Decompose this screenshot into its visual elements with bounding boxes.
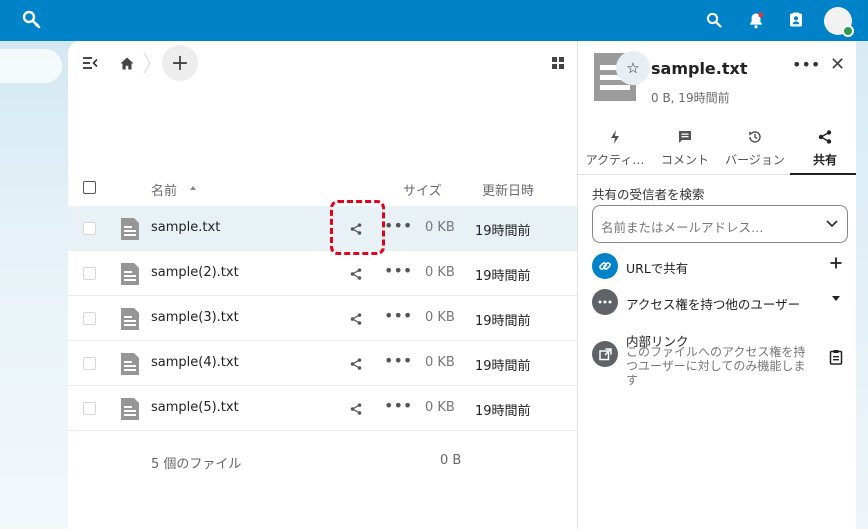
file-size: 0 KB	[425, 400, 455, 415]
file-size: 0 KB	[425, 265, 455, 280]
online-status-dot	[842, 25, 854, 37]
text-file-icon	[120, 217, 140, 241]
chevron-down-icon[interactable]	[825, 216, 839, 230]
copy-to-clipboard-icon[interactable]	[828, 349, 844, 365]
file-row[interactable]: sample(3).txt ••• 0 KB 19時間前	[68, 296, 577, 341]
app-logo-icon[interactable]	[22, 10, 42, 30]
others-with-access-label: アクセス権を持つ他のユーザー	[626, 297, 801, 312]
tab-versions[interactable]: バージョン	[720, 125, 790, 175]
file-size: 0 KB	[425, 310, 455, 325]
row-checkbox[interactable]	[83, 222, 96, 235]
share-by-link-label: URLで共有	[626, 261, 689, 276]
row-checkbox[interactable]	[83, 267, 96, 280]
row-actions-icon[interactable]: •••	[384, 263, 412, 284]
file-row[interactable]: sample.txt ••• 0 KB 19時間前	[68, 206, 577, 251]
row-actions-icon[interactable]: •••	[384, 218, 412, 239]
file-row[interactable]: sample(4).txt ••• 0 KB 19時間前	[68, 341, 577, 386]
text-file-icon	[120, 352, 140, 376]
file-name[interactable]: sample(2).txt	[151, 265, 239, 280]
file-row[interactable]: sample(5).txt ••• 0 KB 19時間前	[68, 386, 577, 431]
others-with-access-entry[interactable]: アクセス権を持つ他のユーザー	[592, 289, 848, 321]
sidebar-tabs: アクティ… コメント バージョン 共有	[578, 125, 860, 175]
row-checkbox[interactable]	[83, 402, 96, 415]
file-modified: 19時間前	[475, 224, 531, 239]
notifications-bell-icon[interactable]	[746, 10, 766, 30]
toggle-navigation-icon[interactable]	[80, 53, 100, 73]
tab-comments[interactable]: コメント	[650, 125, 720, 175]
user-avatar[interactable]	[824, 7, 854, 37]
activity-icon	[607, 129, 623, 145]
share-icon	[817, 129, 833, 145]
sort-ascending-icon	[189, 181, 197, 196]
share-recipient-search-input[interactable]: 名前またはメールアドレス…	[592, 205, 848, 243]
file-modified: 19時間前	[475, 269, 531, 284]
share-search-label: 共有の受信者を検索	[592, 187, 705, 202]
file-list-summary: 5 個のファイル 0 B	[68, 439, 577, 483]
plus-icon: +	[170, 50, 190, 76]
history-icon	[747, 129, 763, 145]
column-header-name[interactable]: 名前	[151, 180, 177, 199]
left-navigation	[0, 41, 68, 529]
share-icon[interactable]	[346, 309, 366, 329]
share-icon[interactable]	[346, 354, 366, 374]
tab-activity[interactable]: アクティ…	[580, 125, 650, 175]
row-actions-icon[interactable]: •••	[384, 308, 412, 329]
file-name[interactable]: sample(5).txt	[151, 400, 239, 415]
sidebar-more-actions-icon[interactable]: •••	[792, 55, 820, 74]
row-actions-icon[interactable]: •••	[384, 398, 412, 419]
row-actions-icon[interactable]: •••	[384, 353, 412, 374]
text-file-icon	[120, 307, 140, 331]
file-row[interactable]: sample(2).txt ••• 0 KB 19時間前	[68, 251, 577, 296]
share-icon[interactable]	[346, 399, 366, 419]
file-modified: 19時間前	[475, 314, 531, 329]
file-name[interactable]: sample.txt	[151, 220, 220, 235]
column-header-modified[interactable]: 更新日時	[482, 180, 534, 199]
tab-sharing[interactable]: 共有	[790, 125, 860, 175]
home-icon[interactable]	[117, 53, 137, 73]
file-name[interactable]: sample(4).txt	[151, 355, 239, 370]
more-dots-icon	[592, 289, 618, 315]
internal-link-entry: 内部リンク このファイルへのアクセス権を持つユーザーに対してのみ機能します	[592, 334, 848, 391]
file-name[interactable]: sample(3).txt	[151, 310, 239, 325]
contacts-icon[interactable]	[786, 10, 806, 30]
favorite-star-icon[interactable]: ☆	[616, 51, 650, 85]
top-bar	[0, 0, 868, 41]
sidebar-file-name: sample.txt	[651, 59, 748, 78]
right-edge-background	[856, 41, 868, 529]
close-sidebar-icon[interactable]: ✕	[830, 54, 845, 75]
file-list-panel: + 名前 サイズ 更新日時 sample.txt ••• 0 KB 19時間前 samp…	[68, 41, 577, 529]
file-modified: 19時間前	[475, 404, 531, 419]
column-header-size[interactable]: サイズ	[403, 180, 442, 199]
internal-link-description: このファイルへのアクセス権を持つユーザーに対してのみ機能します	[626, 345, 806, 387]
breadcrumb-separator-icon	[137, 52, 157, 74]
share-icon[interactable]	[346, 264, 366, 284]
file-table-header: 名前 サイズ 更新日時	[68, 170, 577, 206]
breadcrumb: +	[68, 41, 577, 85]
highlight-share-annotation	[330, 200, 385, 255]
comment-icon	[677, 129, 693, 145]
external-link-icon	[592, 341, 618, 367]
row-checkbox[interactable]	[83, 312, 96, 325]
text-file-icon	[120, 262, 140, 286]
new-button[interactable]: +	[162, 45, 198, 81]
add-link-share-icon[interactable]	[828, 255, 844, 271]
grid-view-icon[interactable]	[548, 53, 568, 73]
select-all-checkbox[interactable]	[83, 181, 96, 194]
sidebar-file-meta: 0 B, 19時間前	[651, 91, 730, 105]
file-size: 0 KB	[425, 355, 455, 370]
file-count: 5 個のファイル	[151, 457, 242, 472]
total-size: 0 B	[440, 453, 462, 468]
nav-active-item[interactable]	[0, 49, 62, 83]
file-modified: 19時間前	[475, 359, 531, 374]
search-icon[interactable]	[704, 10, 724, 30]
link-icon	[592, 253, 618, 279]
details-sidebar: ☆ sample.txt 0 B, 19時間前 ••• ✕ アクティ… コメント…	[577, 41, 860, 529]
text-file-icon	[120, 397, 140, 421]
file-size: 0 KB	[425, 220, 455, 235]
row-checkbox[interactable]	[83, 357, 96, 370]
share-by-link-entry[interactable]: URLで共有	[592, 253, 848, 285]
expand-triangle-icon[interactable]	[828, 291, 844, 307]
share-search-placeholder: 名前またはメールアドレス…	[601, 220, 764, 235]
